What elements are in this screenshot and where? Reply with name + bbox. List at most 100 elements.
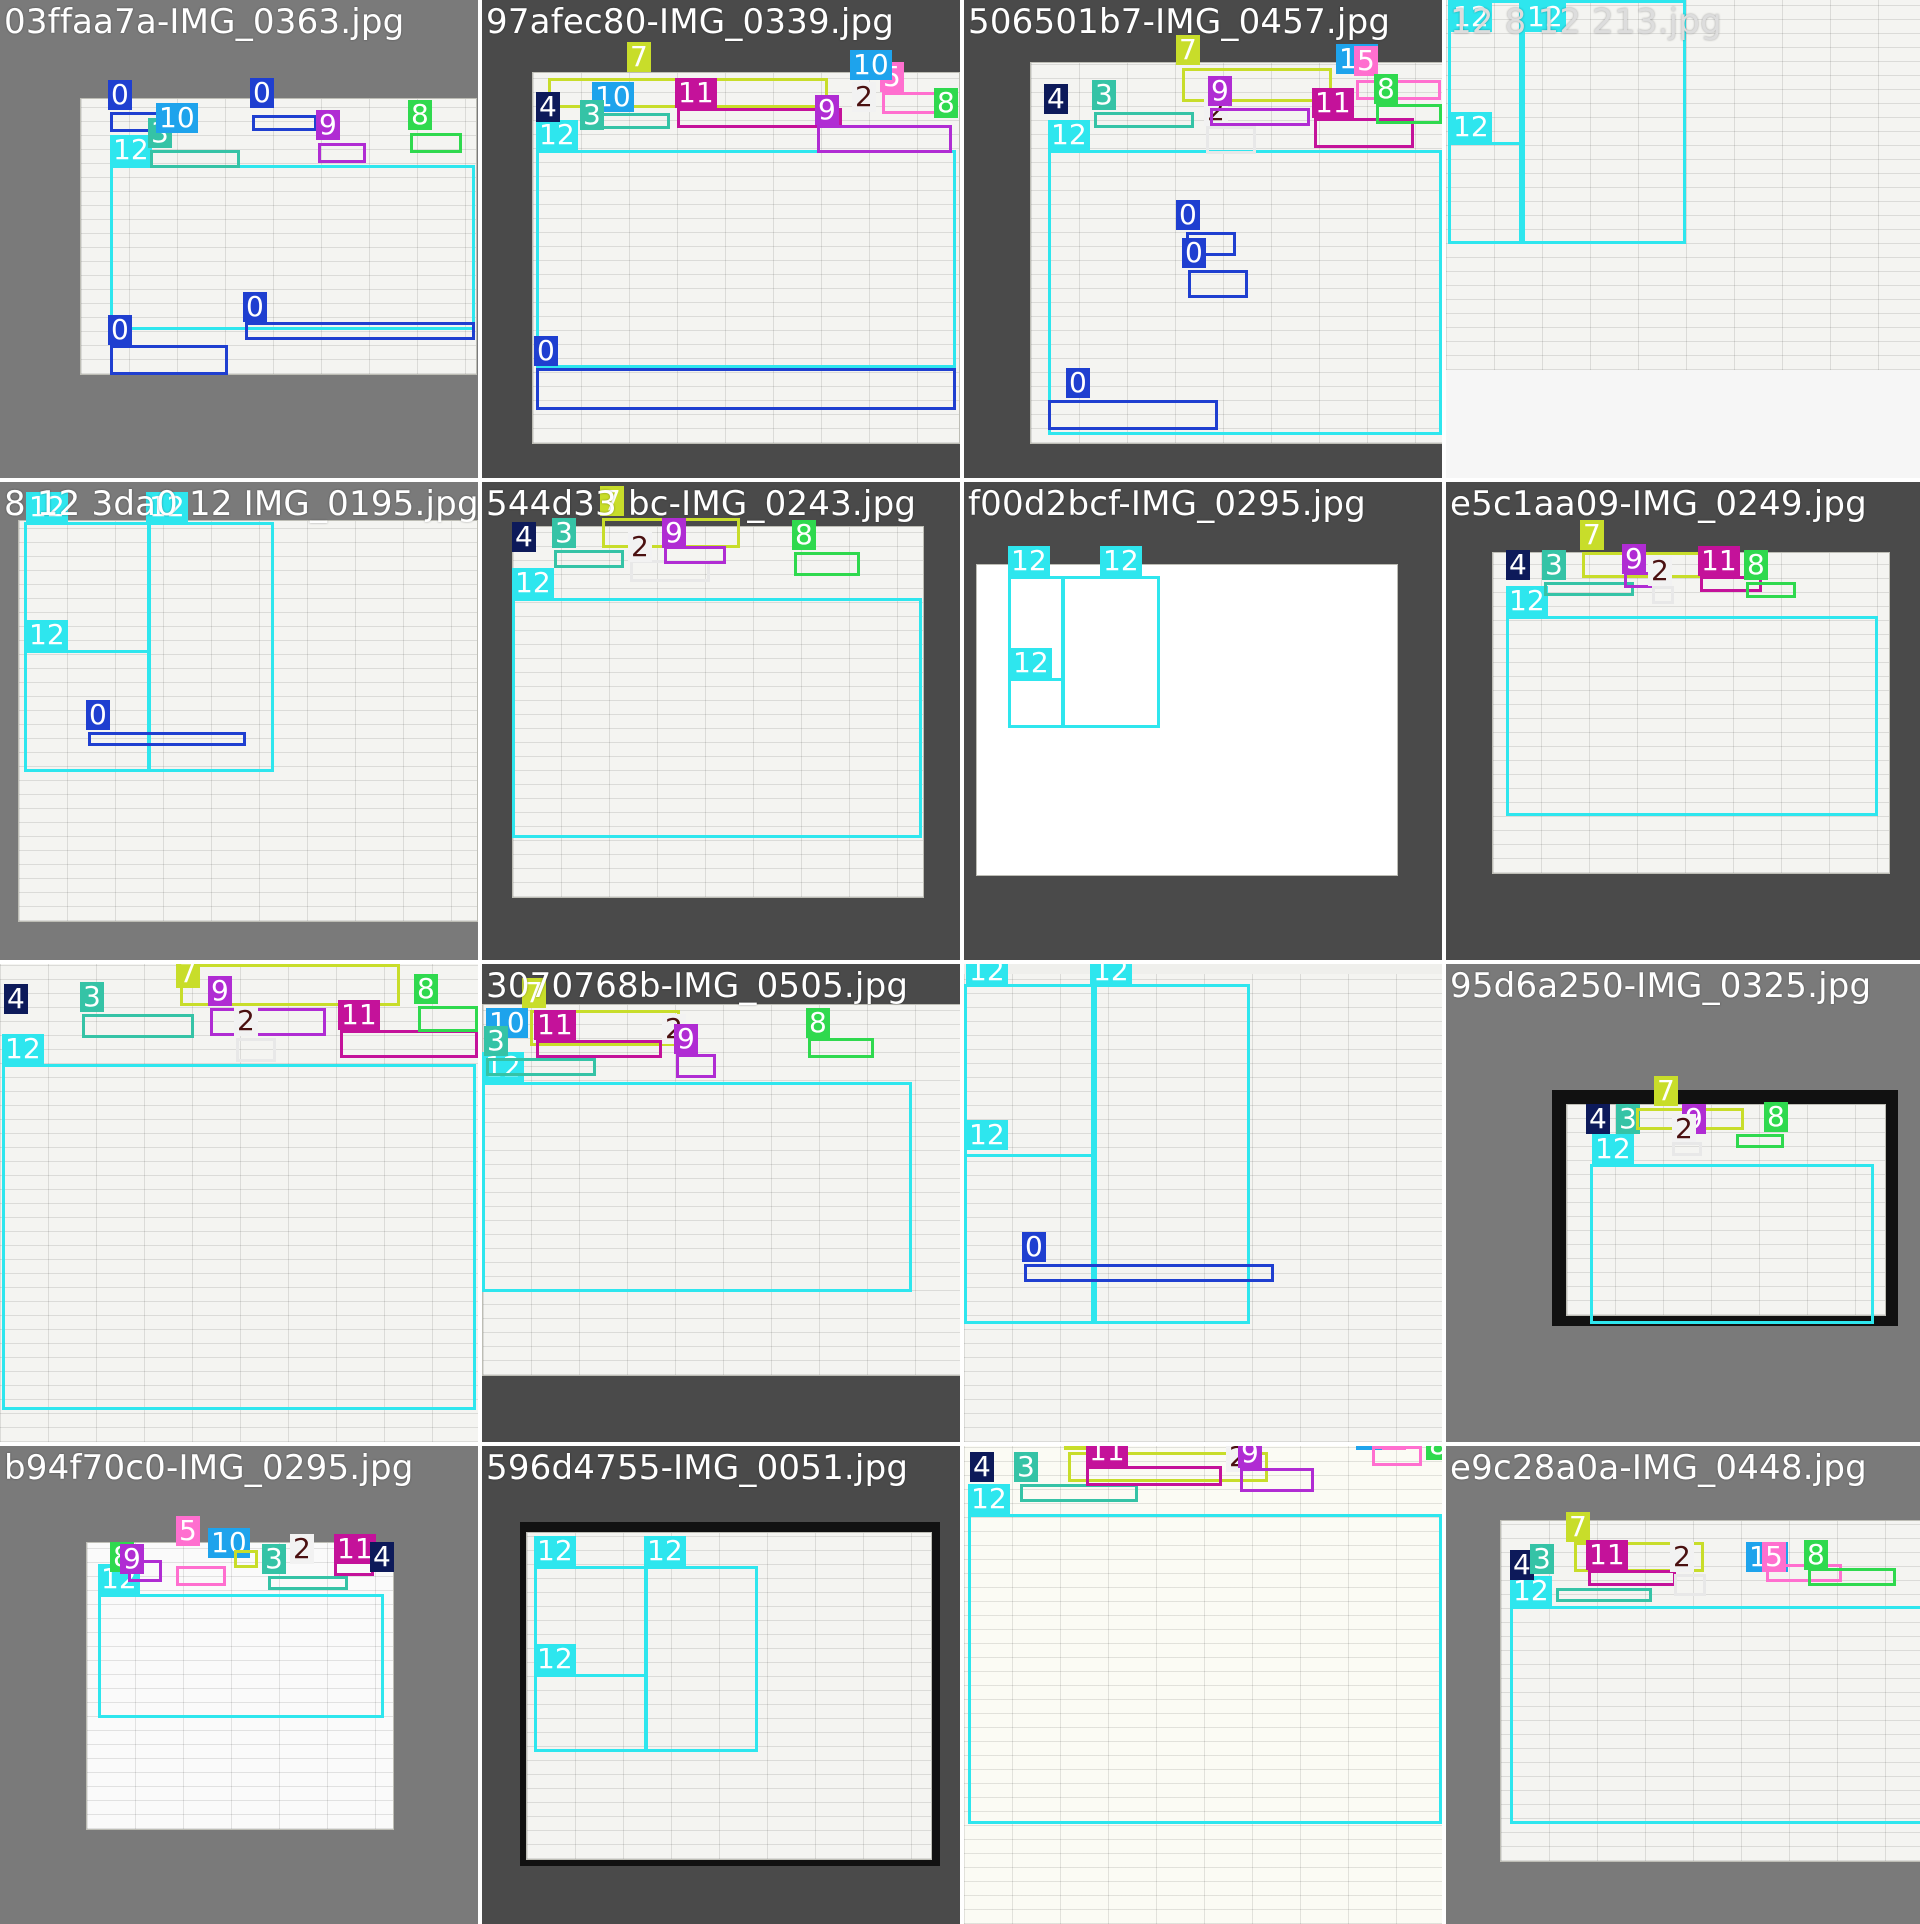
tag-3: 3	[1616, 1104, 1640, 1134]
tile-8[interactable]: 12 4 3 7 9 2 11 8 e5c1aa09-IMG_0249.jpg	[1446, 482, 1920, 960]
tag-9: 9	[815, 95, 839, 125]
tag-4: 4	[536, 92, 560, 122]
tag-12: 12	[968, 1484, 1010, 1514]
tag-8: 8	[1744, 550, 1768, 580]
document-card	[1492, 552, 1890, 874]
tag-8: 8	[806, 1008, 830, 1038]
tile-5[interactable]: 12 12 12 0 8 12 3da0 12 IMG_0195.jpg	[0, 482, 478, 960]
filename-label: 3070768b-IMG_0505.jpg	[486, 966, 909, 1006]
tag-11: 11	[1698, 546, 1740, 576]
tag-11: 11	[1312, 88, 1354, 118]
tag-10: 10	[208, 1528, 250, 1558]
tag-12: 12	[536, 120, 578, 150]
tile-3[interactable]: 12 0 0 0 7 4 3 2 9 11 10 5 8 506501b7-IM…	[964, 0, 1442, 478]
tile-15[interactable]: 12 4 3 7 11 2 9 10 5 8	[964, 1446, 1442, 1924]
document-card	[512, 526, 924, 898]
tag-12: 12	[534, 1644, 576, 1674]
tag-7: 7	[1566, 1512, 1590, 1542]
detection-mosaic: 12 0 0 0 0 3 10 9 8 03ffaa7a-IMG_0363.jp…	[0, 0, 1920, 1924]
tag-5: 5	[1762, 1542, 1786, 1572]
tag-12: 12	[966, 964, 1008, 986]
tag-4: 4	[512, 522, 536, 552]
tag-12: 12	[1506, 586, 1548, 616]
tag-0: 0	[86, 700, 110, 730]
tag-12: 12	[1008, 546, 1050, 576]
tag-7: 7	[176, 964, 200, 988]
tag-8: 8	[934, 88, 958, 118]
tag-0: 0	[243, 292, 267, 322]
tag-3: 3	[262, 1544, 286, 1574]
tag-3: 3	[1014, 1452, 1038, 1482]
tag-12: 12	[26, 620, 68, 650]
tile-10[interactable]: 12 10 3 7 11 2 9 8 3070768b-IMG_0505.jpg	[482, 964, 960, 1442]
tag-0: 0	[108, 315, 132, 345]
tag-2: 2	[1672, 1114, 1696, 1144]
tag-9: 9	[208, 976, 232, 1006]
tag-12: 12	[2, 1034, 44, 1064]
document-card	[1446, 0, 1920, 370]
tile-14[interactable]: 12 12 12 596d4755-IMG_0051.jpg	[482, 1446, 960, 1924]
tile-2[interactable]: 12 0 7 4 10 3 11 9 2 5 10 8 97afec80-IMG…	[482, 0, 960, 478]
filename-label: 8 12 3da0 12 IMG_0195.jpg	[4, 484, 478, 524]
tag-11: 11	[1086, 1446, 1128, 1466]
filename-label: f00d2bcf-IMG_0295.jpg	[968, 484, 1366, 524]
tag-3: 3	[1542, 550, 1566, 580]
filename-label: 03ffaa7a-IMG_0363.jpg	[4, 2, 405, 42]
tag-8: 8	[1374, 74, 1398, 104]
tile-7[interactable]: 12 12 12 f00d2bcf-IMG_0295.jpg	[964, 482, 1442, 960]
tag-12: 12	[1090, 964, 1132, 986]
tag-9: 9	[316, 110, 340, 140]
tile-9[interactable]: 12 4 3 7 9 2 11 8	[0, 964, 478, 1442]
tag-3: 3	[580, 100, 604, 130]
document-card	[1500, 1520, 1920, 1862]
tag-2: 2	[234, 1006, 258, 1036]
tile-1[interactable]: 12 0 0 0 0 3 10 9 8 03ffaa7a-IMG_0363.jp…	[0, 0, 478, 478]
tag-12: 12	[1010, 648, 1052, 678]
tag-4: 4	[1506, 550, 1530, 580]
tag-8: 8	[414, 974, 438, 1004]
filename-label: 596d4755-IMG_0051.jpg	[486, 1448, 909, 1488]
tag-0: 0	[534, 336, 558, 366]
tile-12[interactable]: 12 4 3 7 9 2 8 95d6a250-IMG_0325.jpg	[1446, 964, 1920, 1442]
filename-label: 97afec80-IMG_0339.jpg	[486, 2, 895, 42]
tag-3: 3	[1530, 1544, 1554, 1574]
tag-3: 3	[1092, 80, 1116, 110]
tag-9: 9	[120, 1544, 144, 1574]
tag-12: 12	[1592, 1134, 1634, 1164]
tag-0: 0	[1182, 238, 1206, 268]
document-card	[964, 1446, 1442, 1924]
tag-12: 12	[110, 135, 152, 165]
filename-label: e5c1aa09-IMG_0249.jpg	[1450, 484, 1867, 524]
tag-4: 4	[1044, 84, 1068, 114]
tag-10: 10	[850, 50, 892, 80]
tag-9: 9	[1238, 1446, 1262, 1468]
tile-4[interactable]: 12 12 12 12 8 12 213.jpg	[1446, 0, 1920, 478]
filename-label: 544d33 bc-IMG_0243.jpg	[486, 484, 917, 524]
tag-0: 0	[250, 78, 274, 108]
document-card	[976, 564, 1398, 876]
tag-11: 11	[675, 78, 717, 108]
tag-12: 12	[512, 568, 554, 598]
tag-2: 2	[852, 82, 876, 112]
document-card	[964, 974, 1442, 1442]
tag-4: 4	[370, 1542, 394, 1572]
tag-2: 2	[290, 1534, 314, 1564]
document-card	[1030, 62, 1442, 444]
tag-5: 5	[1382, 1446, 1406, 1450]
tag-7: 7	[1654, 1076, 1678, 1106]
tag-0: 0	[108, 80, 132, 110]
tag-7: 7	[1064, 1446, 1088, 1450]
tag-5: 5	[1354, 46, 1378, 76]
tile-16[interactable]: 12 4 3 7 11 2 10 5 8 e9c28a0a-IMG_0448.j…	[1446, 1446, 1920, 1924]
tag-3: 3	[80, 982, 104, 1012]
tag-12: 12	[1100, 546, 1142, 576]
tile-11[interactable]: 12 12 12 0	[964, 964, 1442, 1442]
tag-8: 8	[1764, 1102, 1788, 1132]
tile-13[interactable]: 12 8 9 5 10 3 2 11 4 b94f70c0-IMG_0295.j…	[0, 1446, 478, 1924]
tag-11: 11	[338, 1000, 380, 1030]
filename-label: e9c28a0a-IMG_0448.jpg	[1450, 1448, 1867, 1488]
tag-8: 8	[1804, 1540, 1828, 1570]
tag-9: 9	[1622, 544, 1646, 574]
tile-6[interactable]: 12 4 3 7 2 9 8 544d33 bc-IMG_0243.jpg	[482, 482, 960, 960]
filename-label: b94f70c0-IMG_0295.jpg	[4, 1448, 414, 1488]
